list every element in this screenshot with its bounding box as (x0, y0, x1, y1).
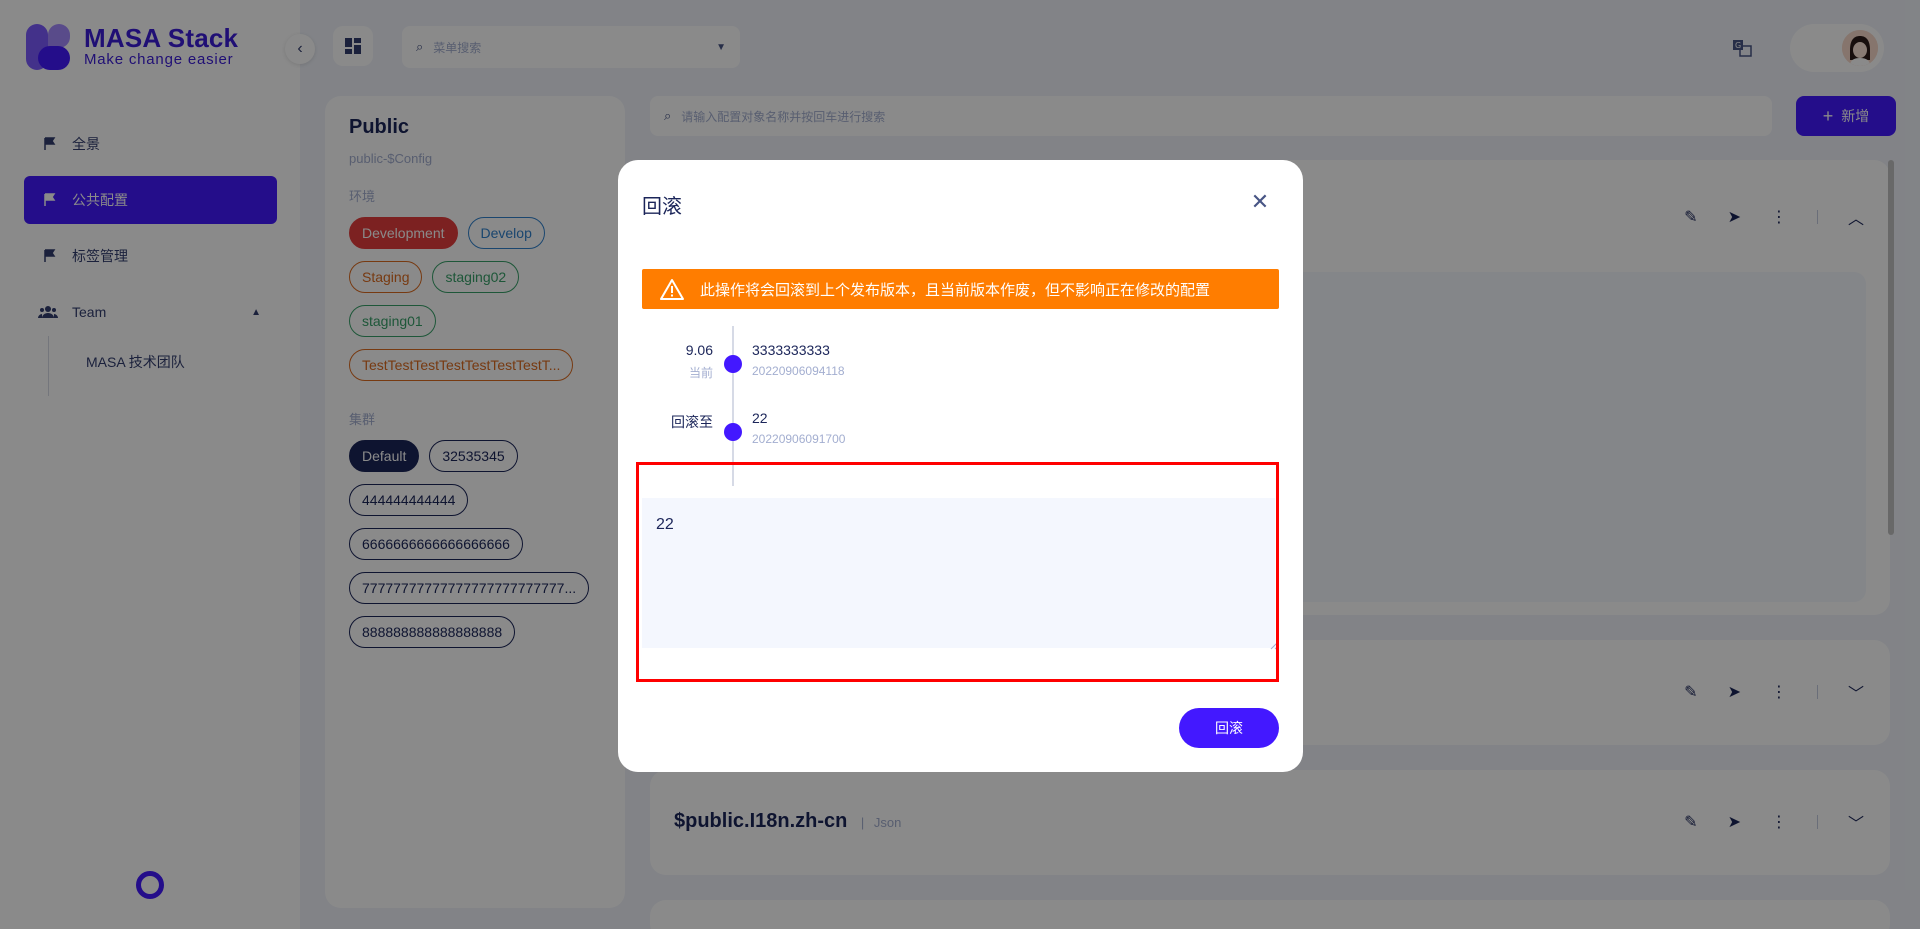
warning-icon (660, 279, 684, 300)
timeline-item[interactable]: 3333333333 20220906094118 (752, 342, 845, 378)
warning-banner: 此操作将会回滚到上个发布版本，且当前版本作废，但不影响正在修改的配置 (642, 269, 1279, 309)
timeline-dot (724, 423, 742, 441)
timeline-version-name: 3333333333 (752, 342, 830, 358)
timeline-left: 回滚至 (671, 412, 713, 432)
timeline-dot (724, 355, 742, 373)
timeline-left: 9.06 当前 (686, 342, 713, 381)
timeline-rollback-to-label: 回滚至 (671, 414, 713, 430)
timeline-current-label: 当前 (688, 366, 713, 380)
timeline-date: 9.06 (685, 342, 713, 358)
close-icon[interactable]: ✕ (1248, 189, 1272, 214)
timeline-item[interactable]: 22 20220906091700 (752, 410, 845, 446)
dialog-title: 回滚 (642, 196, 682, 218)
highlight-box (636, 462, 1279, 682)
timeline-version-id: 20220906091700 (752, 432, 846, 446)
rollback-dialog: 回滚 ✕ 此操作将会回滚到上个发布版本，且当前版本作废，但不影响正在修改的配置 … (618, 160, 1303, 772)
rollback-button[interactable]: 回滚 (1179, 708, 1279, 748)
timeline-version-id: 20220906094118 (752, 364, 845, 378)
warning-text: 此操作将会回滚到上个发布版本，且当前版本作废，但不影响正在修改的配置 (700, 281, 1211, 299)
timeline-version-name: 22 (752, 410, 768, 426)
